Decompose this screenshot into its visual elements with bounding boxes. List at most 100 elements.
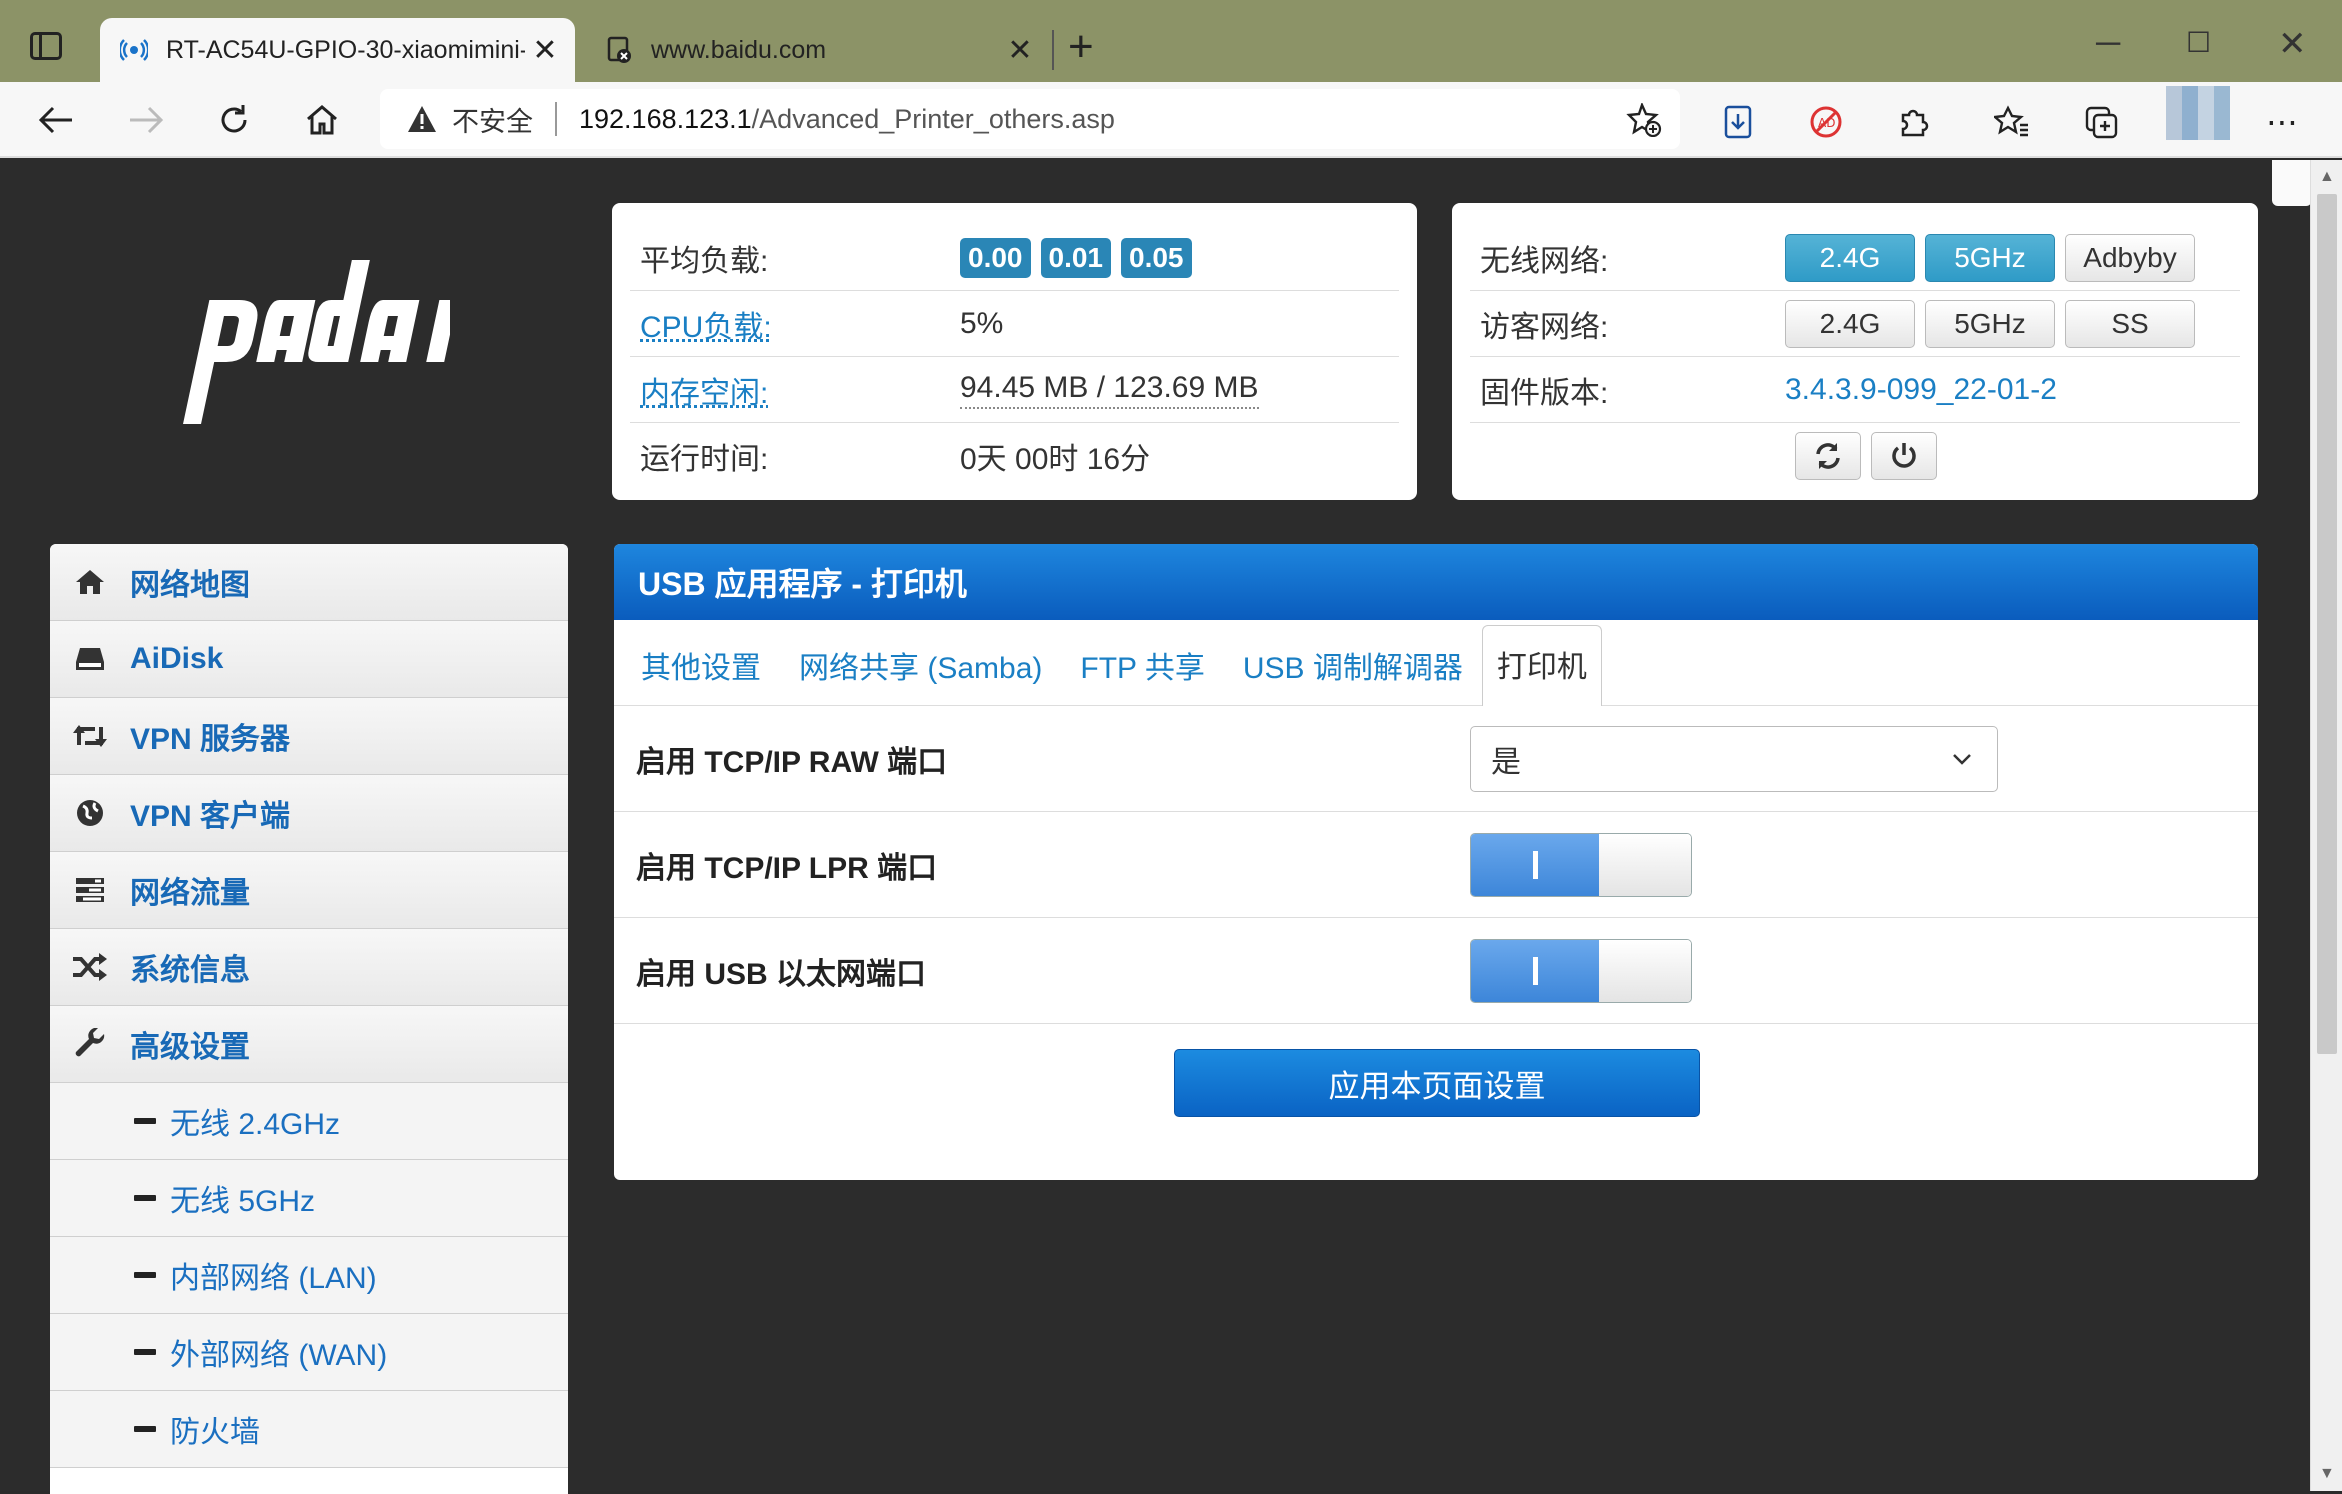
tab-router[interactable]: RT-AC54U-GPIO-30-xiaomimini- ✕: [100, 18, 575, 82]
add-favorite-icon[interactable]: [1626, 103, 1662, 137]
usb-ethernet-toggle[interactable]: [1470, 938, 1692, 1003]
vertical-scrollbar[interactable]: ▲ ▼: [2310, 160, 2342, 1491]
adbyby-button[interactable]: Adbyby: [2065, 233, 2195, 282]
guest-5g-button[interactable]: 5GHz: [1925, 299, 2055, 348]
lpr-port-row: 启用 TCP/IP LPR 端口: [614, 812, 2258, 918]
sidebar-item-system-info[interactable]: 系统信息: [50, 929, 568, 1006]
refresh-icon[interactable]: [206, 92, 262, 148]
minimize-icon[interactable]: ─: [2096, 24, 2120, 63]
uptime-row: 运行时间: 0天 00时 16分: [630, 423, 1399, 489]
sidebar-subitem-wireless-5g[interactable]: 无线 5GHz: [50, 1160, 568, 1237]
wireless-favicon-icon: [120, 36, 148, 64]
minus-icon: [50, 1118, 170, 1124]
maximize-icon[interactable]: ☐: [2186, 26, 2211, 59]
sidebar-item-label: 网络流量: [130, 877, 250, 910]
back-icon[interactable]: [28, 92, 84, 148]
close-window-icon[interactable]: ✕: [2278, 24, 2307, 64]
tab-samba[interactable]: 网络共享 (Samba): [780, 643, 1061, 705]
sidebar-item-vpn-client[interactable]: VPN 客户端: [50, 775, 568, 852]
collections-icon[interactable]: [2082, 102, 2122, 142]
memory-free-link[interactable]: 内存空闲:: [630, 368, 960, 412]
guest-2g-button[interactable]: 2.4G: [1785, 299, 1915, 348]
sidebar-subitem-wan[interactable]: 外部网络 (WAN): [50, 1314, 568, 1391]
tab-title: www.baidu.com: [651, 35, 827, 64]
sidebar-subitem-lan[interactable]: 内部网络 (LAN): [50, 1237, 568, 1314]
cpu-load-link[interactable]: CPU负载:: [630, 302, 960, 346]
sidebar-subitem-label: 防火墙: [170, 1416, 260, 1449]
sidebar-item-label: 网络地图: [130, 569, 250, 602]
guest-row: 访客网络: 2.4G 5GHz SS: [1470, 291, 2240, 357]
scrollbar-thumb[interactable]: [2317, 194, 2337, 1054]
sidebar-item-label: VPN 客户端: [130, 800, 291, 833]
new-tab-button[interactable]: +: [1068, 22, 1094, 72]
uptime-value: 0天 00时 16分: [960, 443, 1151, 476]
globe-icon: [50, 798, 130, 828]
sidebar-item-traffic[interactable]: 网络流量: [50, 852, 568, 929]
home-icon[interactable]: [294, 92, 350, 148]
tab-usb-modem[interactable]: USB 调制解调器: [1224, 643, 1482, 705]
toggle-on-indicator: [1471, 939, 1599, 1002]
sidebar-item-aidisk[interactable]: AiDisk: [50, 621, 568, 698]
tab-separator: [1052, 30, 1054, 70]
minus-icon: [50, 1272, 170, 1278]
scroll-down-icon[interactable]: ▼: [2319, 1465, 2335, 1483]
minus-icon: [50, 1426, 170, 1432]
scroll-up-icon[interactable]: ▲: [2319, 168, 2335, 186]
guest-label: 访客网络:: [1480, 310, 1609, 344]
tab-actions-icon[interactable]: [30, 32, 62, 60]
extensions-icon[interactable]: [1894, 102, 1934, 142]
scroll-corner: [2272, 160, 2312, 206]
tab-printer[interactable]: 打印机: [1481, 625, 1602, 706]
sidebar-subitem-wireless-2g[interactable]: 无线 2.4GHz: [50, 1083, 568, 1160]
printer-settings-panel: USB 应用程序 - 打印机 其他设置 网络共享 (Samba) FTP 共享 …: [614, 544, 2258, 1180]
sidebar-item-label: 系统信息: [130, 954, 250, 987]
power-row: [1470, 423, 2240, 489]
memory-row: 内存空闲: 94.45 MB / 123.69 MB: [630, 357, 1399, 423]
close-tab-icon[interactable]: ✕: [525, 33, 565, 68]
sidebar-item-network-map[interactable]: 网络地图: [50, 544, 568, 621]
load-1min-badge: 0.00: [960, 237, 1031, 278]
wireless-5g-button[interactable]: 5GHz: [1925, 233, 2055, 282]
sidebar-item-advanced[interactable]: 高级设置: [50, 1006, 568, 1083]
security-label[interactable]: 不安全: [452, 100, 533, 139]
tab-strip: RT-AC54U-GPIO-30-xiaomimini- ✕ www.baidu…: [0, 0, 2342, 82]
more-menu-icon[interactable]: ⋯: [2262, 102, 2302, 142]
url-path: /Advanced_Printer_others.asp: [751, 103, 1115, 134]
refresh-icon: [1816, 443, 1840, 469]
wrench-icon: [50, 1028, 130, 1060]
wireless-status-card: 无线网络: 2.4G 5GHz Adbyby 访客网络: 2.4G 5GHz S…: [1452, 203, 2258, 500]
tab-ftp[interactable]: FTP 共享: [1061, 643, 1223, 705]
sidebar-item-label: 高级设置: [130, 1031, 250, 1064]
adblock-icon[interactable]: AD: [1806, 102, 1846, 142]
raw-port-row: 启用 TCP/IP RAW 端口 是: [614, 706, 2258, 812]
sidebar-subitem-firewall[interactable]: 防火墙: [50, 1391, 568, 1468]
favorites-icon[interactable]: [1992, 102, 2032, 142]
reboot-button[interactable]: [1795, 432, 1861, 480]
forward-icon[interactable]: [118, 92, 174, 148]
close-tab-icon[interactable]: ✕: [1000, 33, 1040, 68]
browser-toolbar: 不安全 192.168.123.1/Advanced_Printer_other…: [0, 82, 2342, 158]
svg-text:AD: AD: [1818, 116, 1835, 130]
shutdown-button[interactable]: [1871, 432, 1937, 480]
warning-icon: [408, 106, 436, 132]
firmware-row: 固件版本: 3.4.3.9-099_22-01-2: [1470, 357, 2240, 423]
tab-baidu[interactable]: www.baidu.com ✕: [585, 18, 1050, 82]
wireless-2g-button[interactable]: 2.4G: [1785, 233, 1915, 282]
profile-avatar[interactable]: [2166, 86, 2230, 140]
address-divider: [555, 102, 557, 136]
wireless-row: 无线网络: 2.4G 5GHz Adbyby: [1470, 225, 2240, 291]
lpr-port-toggle[interactable]: [1470, 832, 1692, 897]
ss-button[interactable]: SS: [2065, 299, 2195, 348]
padavan-logo: [183, 260, 450, 424]
random-icon: [50, 953, 130, 981]
sidebar-item-vpn-server[interactable]: VPN 服务器: [50, 698, 568, 775]
address-bar[interactable]: 不安全 192.168.123.1/Advanced_Printer_other…: [380, 89, 1680, 149]
retweet-icon: [50, 723, 130, 749]
raw-port-select[interactable]: 是: [1470, 725, 1998, 792]
download-extension-icon[interactable]: [1718, 102, 1758, 142]
firmware-version-link[interactable]: 3.4.3.9-099_22-01-2: [1785, 373, 2057, 407]
tab-other-settings[interactable]: 其他设置: [622, 643, 780, 705]
apply-button[interactable]: 应用本页面设置: [1174, 1049, 1700, 1117]
browser-window: RT-AC54U-GPIO-30-xiaomimini- ✕ www.baidu…: [0, 0, 2342, 1494]
sidebar-item-label: VPN 服务器: [130, 723, 291, 756]
